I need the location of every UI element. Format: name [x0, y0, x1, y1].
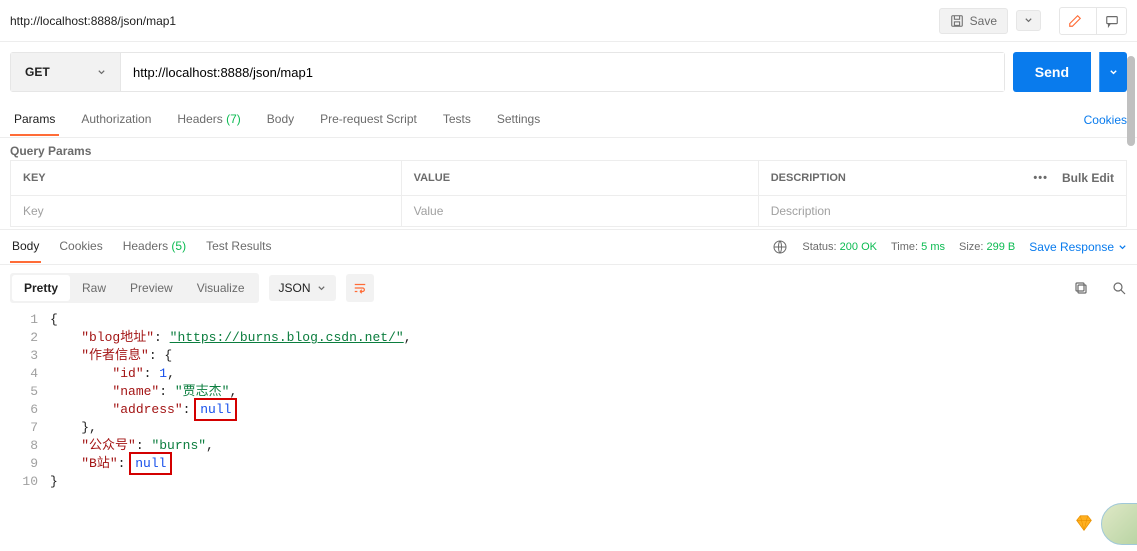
diamond-badge-icon[interactable] [1073, 513, 1095, 535]
json-key: "id" [112, 366, 143, 381]
json-key: "B站" [81, 456, 117, 471]
view-visualize[interactable]: Visualize [185, 275, 257, 301]
save-response-label: Save Response [1029, 240, 1114, 254]
col-description-label: DESCRIPTION [771, 172, 846, 184]
col-key: KEY [11, 161, 402, 196]
wrap-lines-button[interactable] [346, 274, 374, 302]
resp-headers-count: (5) [171, 239, 186, 253]
save-button[interactable]: Save [939, 8, 1008, 34]
param-desc-input[interactable]: Description [758, 196, 1126, 227]
tab-headers-label: Headers [177, 112, 222, 126]
send-button[interactable]: Send [1013, 52, 1091, 92]
send-dropdown[interactable] [1099, 52, 1127, 92]
tab-params[interactable]: Params [10, 104, 59, 136]
json-null-highlight: null [198, 402, 233, 417]
json-key: "address" [112, 402, 182, 417]
resp-tab-cookies[interactable]: Cookies [57, 231, 104, 263]
size-label: Size: 299 B [959, 241, 1015, 253]
json-key: "blog地址" [81, 330, 154, 345]
json-null-highlight: null [133, 456, 168, 471]
wrap-icon [353, 281, 367, 295]
chevron-down-icon [317, 284, 326, 293]
edit-icon-button[interactable] [1060, 8, 1090, 34]
param-row[interactable]: Key Value Description [11, 196, 1127, 227]
json-key: "name" [112, 384, 159, 399]
request-tab-title: http://localhost:8888/json/map1 [10, 14, 939, 28]
chevron-down-icon [1024, 16, 1033, 25]
tab-settings[interactable]: Settings [493, 104, 544, 136]
json-brace-close: }, [81, 420, 97, 435]
json-brace-close: } [50, 474, 58, 489]
map-corner-widget[interactable] [1101, 503, 1137, 545]
cookies-link[interactable]: Cookies [1084, 113, 1127, 127]
json-key: "作者信息" [81, 348, 149, 363]
comment-icon-button[interactable] [1096, 8, 1126, 34]
json-string: "burns" [151, 438, 206, 453]
format-value: JSON [279, 281, 311, 295]
tab-tests[interactable]: Tests [439, 104, 475, 136]
time-label: Time: 5 ms [891, 241, 945, 253]
query-params-table: KEY VALUE DESCRIPTION ••• Bulk Edit Key … [10, 160, 1127, 227]
tab-body[interactable]: Body [263, 104, 298, 136]
view-raw[interactable]: Raw [70, 275, 118, 301]
chevron-down-icon [1109, 68, 1118, 77]
bulk-edit-button[interactable]: Bulk Edit [1062, 171, 1114, 185]
network-icon[interactable] [772, 239, 788, 255]
format-select[interactable]: JSON [269, 275, 336, 301]
chevron-down-icon [1118, 243, 1127, 252]
json-number: 1 [159, 366, 167, 381]
query-params-heading: Query Params [0, 138, 1137, 160]
view-preview[interactable]: Preview [118, 275, 185, 301]
http-method-value: GET [25, 65, 50, 79]
status-label: Status: 200 OK [802, 241, 877, 253]
save-label: Save [970, 14, 997, 28]
resp-tab-headers-label: Headers [123, 239, 168, 253]
more-columns-button[interactable]: ••• [1033, 172, 1048, 184]
tab-headers[interactable]: Headers (7) [173, 104, 244, 136]
json-key: "公众号" [81, 438, 136, 453]
col-value: VALUE [401, 161, 758, 196]
response-body-viewer[interactable]: 12345678910 { "blog地址": "https://burns.b… [0, 311, 1137, 491]
resp-tab-test-results[interactable]: Test Results [204, 231, 273, 263]
pencil-icon [1068, 14, 1082, 28]
chevron-down-icon [97, 68, 106, 77]
size-value: 299 B [987, 241, 1016, 253]
json-url-value[interactable]: "https://burns.blog.csdn.net/" [170, 330, 404, 345]
col-description: DESCRIPTION ••• Bulk Edit [758, 161, 1126, 196]
resp-tab-headers[interactable]: Headers (5) [121, 231, 188, 263]
save-dropdown[interactable] [1016, 10, 1041, 31]
json-brace-open: { [50, 312, 58, 327]
request-url-input[interactable] [121, 53, 1004, 91]
tab-authorization[interactable]: Authorization [77, 104, 155, 136]
status-value: 200 OK [840, 241, 877, 253]
scrollbar[interactable] [1127, 56, 1135, 146]
save-disk-icon [950, 14, 964, 28]
tab-prerequest[interactable]: Pre-request Script [316, 104, 421, 136]
time-value: 5 ms [921, 241, 945, 253]
line-gutter: 12345678910 [10, 311, 50, 491]
comment-icon [1105, 14, 1119, 28]
http-method-select[interactable]: GET [11, 53, 121, 91]
save-response-button[interactable]: Save Response [1029, 240, 1127, 254]
param-key-input[interactable]: Key [11, 196, 402, 227]
headers-count: (7) [226, 112, 241, 126]
param-value-input[interactable]: Value [401, 196, 758, 227]
view-pretty[interactable]: Pretty [12, 275, 70, 301]
search-icon[interactable] [1111, 280, 1127, 296]
copy-icon[interactable] [1073, 280, 1089, 296]
resp-tab-body[interactable]: Body [10, 231, 41, 263]
json-string: "贾志杰" [175, 384, 230, 399]
